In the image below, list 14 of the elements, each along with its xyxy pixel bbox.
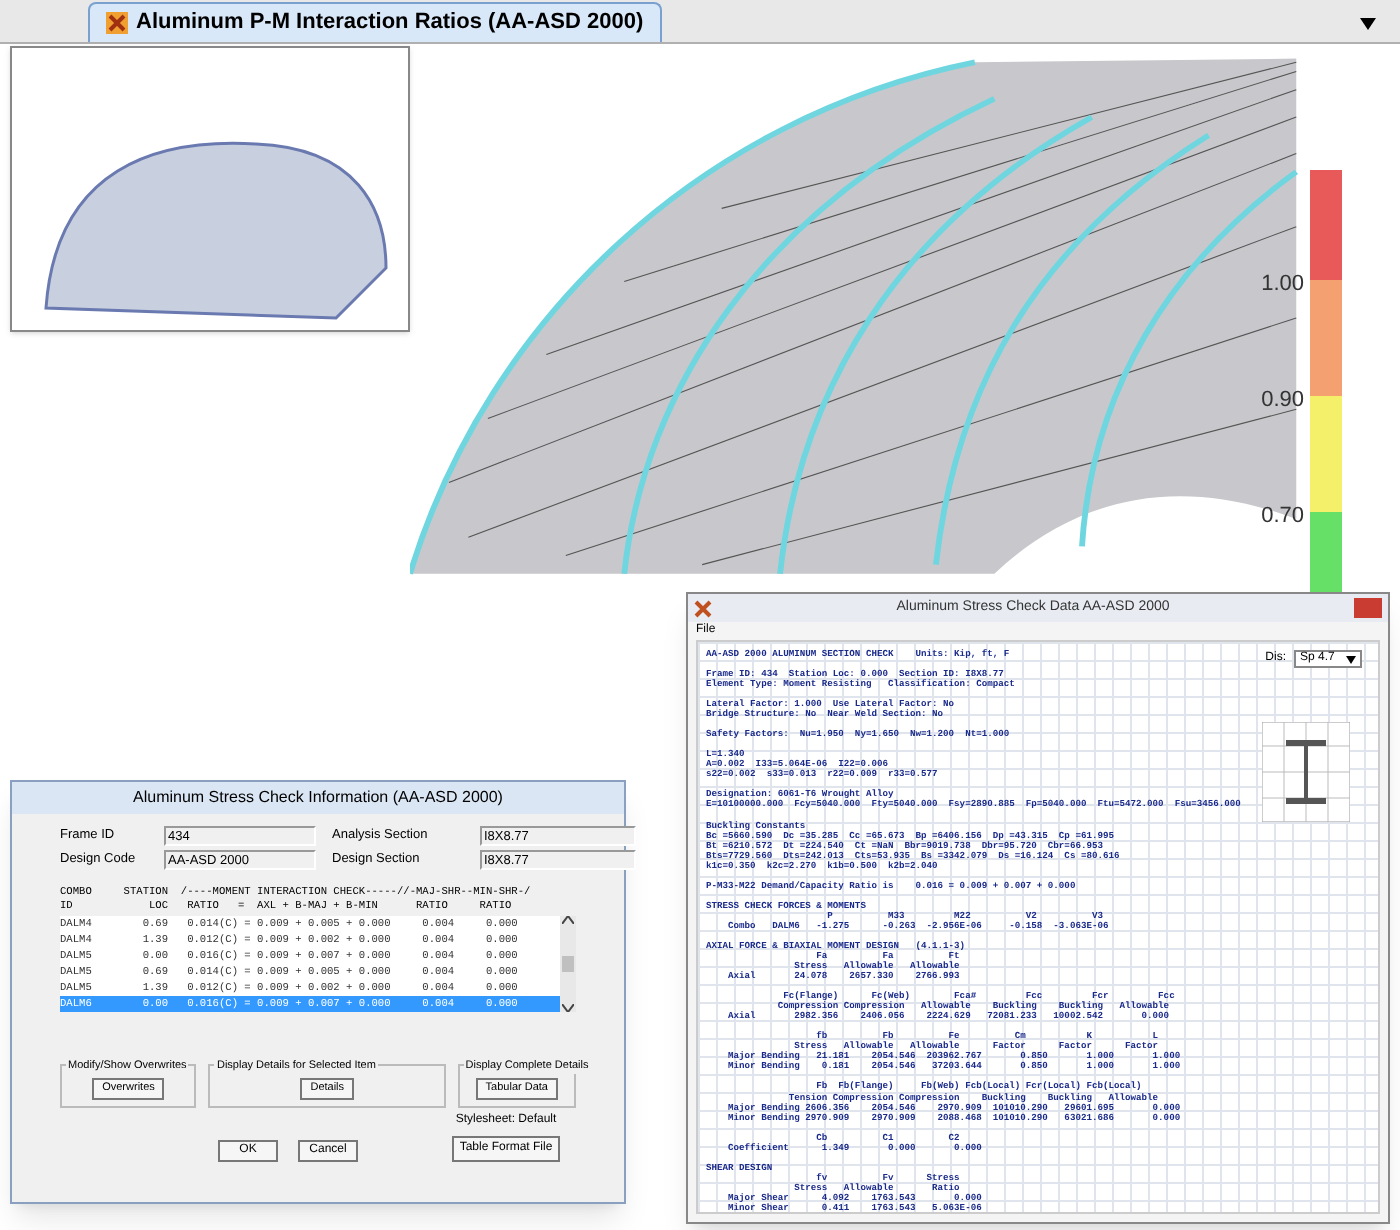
scroll-up-icon[interactable] xyxy=(562,916,574,924)
app-icon xyxy=(106,12,128,34)
legend-label: 1.00 xyxy=(1261,270,1304,300)
window-title: Aluminum Stress Check Information (AA-ASD 2000) xyxy=(12,782,624,814)
scrollbar[interactable] xyxy=(560,916,576,1012)
dropdown-arrow-icon xyxy=(1346,655,1356,663)
app-icon xyxy=(694,599,712,617)
view-tab[interactable]: Aluminum P-M Interaction Ratios (AA-ASD 2000) xyxy=(88,2,662,42)
scroll-down-icon[interactable] xyxy=(562,1004,574,1012)
legend-label: 0.70 xyxy=(1261,502,1304,532)
dropdown-arrow-icon[interactable] xyxy=(1360,18,1376,30)
scroll-thumb[interactable] xyxy=(562,956,574,972)
legend-label: 0.90 xyxy=(1261,386,1304,416)
section-diagram xyxy=(1262,722,1350,822)
